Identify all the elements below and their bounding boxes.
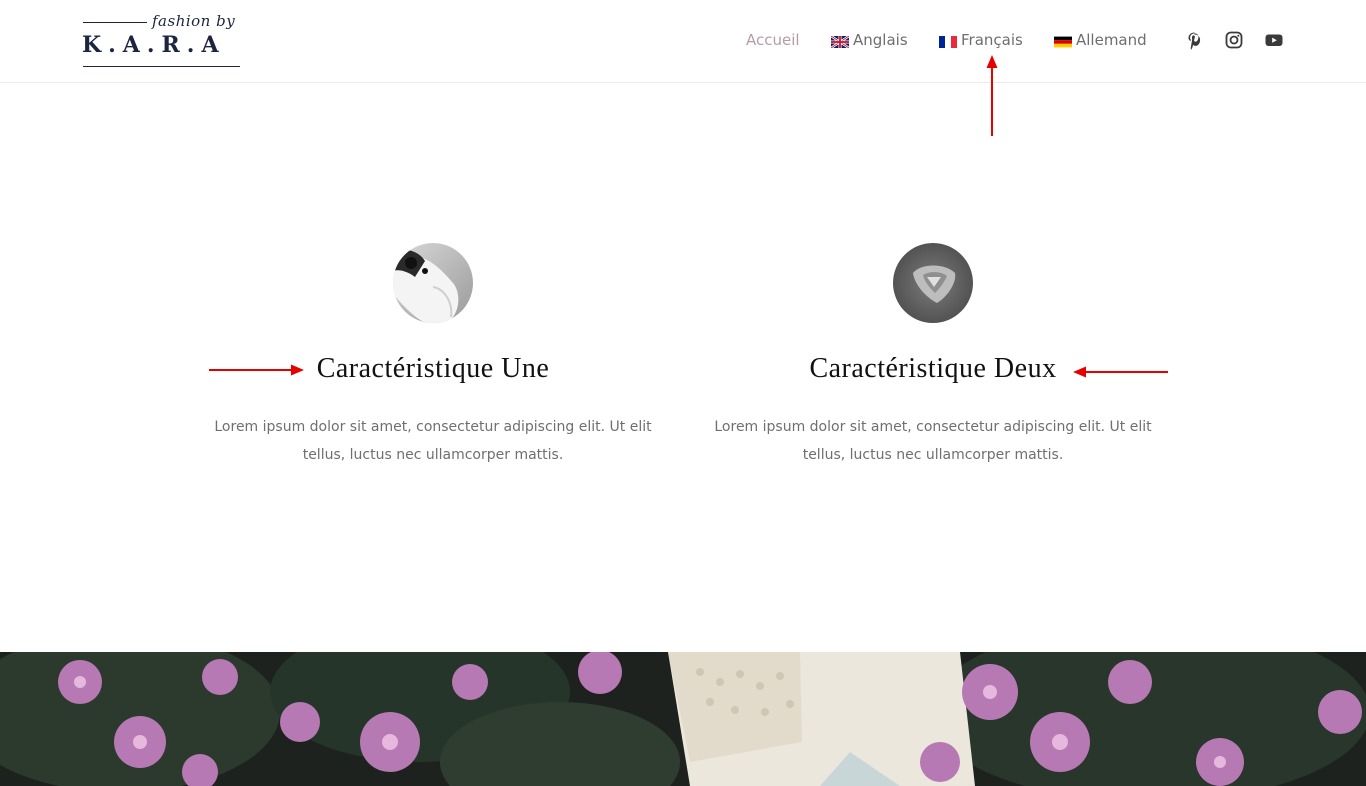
annotation-arrow-up — [986, 55, 998, 136]
feature-description: Lorem ipsum dolor sit amet, consectetur … — [693, 413, 1173, 469]
uk-flag-icon — [830, 34, 850, 49]
nav-item-francais[interactable]: Français — [939, 30, 1023, 50]
feature-description: Lorem ipsum dolor sit amet, consectetur … — [193, 413, 673, 469]
logo-script-text: fashion by — [152, 12, 236, 30]
site-header: fashion by K.A.R.A Accueil Anglais Franç… — [0, 0, 1366, 83]
feature-description-text: Lorem ipsum dolor sit amet, consectetur … — [714, 419, 1152, 463]
logo-rule-bottom — [83, 66, 240, 67]
youtube-icon[interactable] — [1264, 30, 1284, 50]
site-logo[interactable]: fashion by K.A.R.A — [82, 12, 242, 70]
logo-rule-top — [83, 22, 147, 23]
fr-flag-icon — [939, 34, 957, 48]
logo-wordmark: K.A.R.A — [82, 32, 226, 58]
feature-description-text: Lorem ipsum dolor sit amet, consectetur … — [214, 419, 652, 463]
game-controller-image — [393, 243, 473, 323]
annotation-arrow-right — [209, 364, 304, 376]
nav-item-label: Allemand — [1076, 31, 1147, 49]
nav-item-label: Anglais — [853, 31, 908, 49]
nav-item-allemand[interactable]: Allemand — [1054, 30, 1147, 50]
nav-item-label: Accueil — [746, 31, 800, 49]
instagram-icon[interactable] — [1224, 30, 1244, 50]
annotation-arrow-left — [1073, 366, 1168, 378]
hero-image-flowers — [0, 652, 1366, 786]
guitar-pick-image — [893, 243, 973, 323]
de-flag-icon — [1054, 34, 1072, 48]
nav-item-accueil[interactable]: Accueil — [746, 30, 800, 50]
pinterest-icon[interactable] — [1184, 30, 1204, 50]
nav-item-label: Français — [961, 31, 1023, 49]
nav-item-anglais[interactable]: Anglais — [830, 30, 908, 50]
